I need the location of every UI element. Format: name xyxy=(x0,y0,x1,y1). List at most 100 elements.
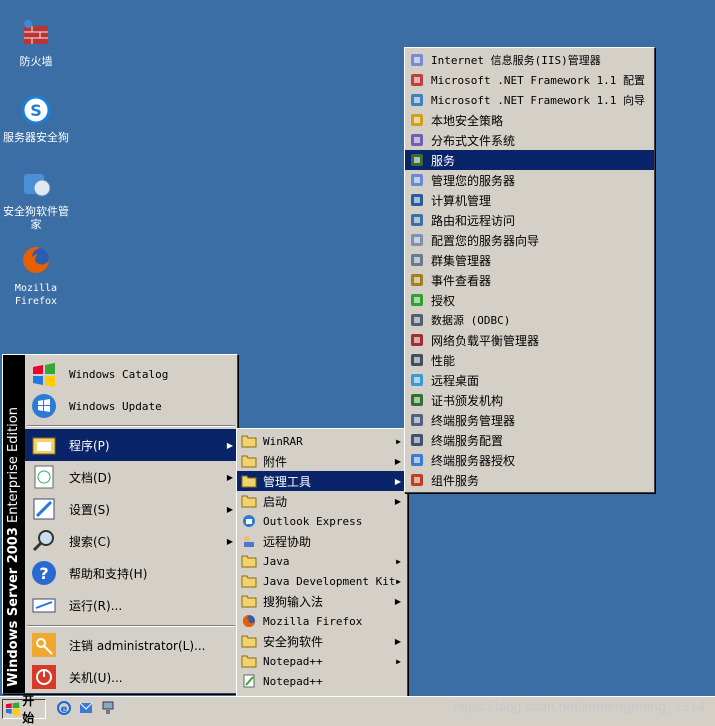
menu-item-programs[interactable]: 程序(P) ▶ xyxy=(25,429,237,461)
folder-icon xyxy=(241,635,257,648)
manage-server-icon xyxy=(411,174,423,186)
desktop-icon-label: Mozilla Firefox xyxy=(14,283,58,307)
programs-item-outlook-express[interactable]: Outlook Express xyxy=(237,511,407,531)
programs-item-java[interactable]: Java ▶ xyxy=(237,551,407,571)
ts-config-icon xyxy=(411,434,423,446)
computer-management-icon xyxy=(411,194,423,206)
desktop-icon-firefox[interactable]: Mozilla Firefox xyxy=(0,244,74,308)
menu-item-label: 网络负载平衡管理器 xyxy=(431,333,540,348)
admin-tools-item-odbc[interactable]: 数据源 (ODBC) xyxy=(405,310,654,330)
ie-icon[interactable]: e xyxy=(56,700,72,716)
menu-item-label: 证书颁发机构 xyxy=(431,393,504,408)
admin-tools-item-event-viewer[interactable]: 事件查看器 xyxy=(405,270,654,290)
programs-item-notepadpp[interactable]: Notepad++ xyxy=(237,671,407,691)
admin-tools-item-certificate[interactable]: 证书颁发机构 xyxy=(405,390,654,410)
desktop-icon-label: 服务器安全狗 xyxy=(3,131,69,144)
dotnet-config-icon xyxy=(411,74,423,86)
menu-item-logoff[interactable]: 注销 administrator(L)... xyxy=(25,629,237,661)
desktop-icon-safedog-software[interactable]: 安全狗软件管家 xyxy=(0,168,74,231)
submenu-arrow-icon: ▶ xyxy=(394,596,401,606)
admin-tools-item-dfs[interactable]: 分布式文件系统 xyxy=(405,130,654,150)
programs-item-safedog[interactable]: 安全狗软件 ▶ xyxy=(237,631,407,651)
configure-server-icon xyxy=(411,234,423,246)
admin-tools-item-configure-server[interactable]: 配置您的服务器向导 xyxy=(405,230,654,250)
menu-item-windows-update[interactable]: Windows Update xyxy=(25,391,237,421)
menu-item-label: Mozilla Firefox xyxy=(263,614,363,628)
desktop-icon-safedog-server[interactable]: S 服务器安全狗 xyxy=(0,94,74,144)
menu-item-label: 搜索(C) xyxy=(69,534,111,549)
menu-item-label: 本地安全策略 xyxy=(431,113,504,128)
admin-tools-item-iis[interactable]: Internet 信息服务(IIS)管理器 xyxy=(405,50,654,70)
programs-item-startup[interactable]: 启动 ▶ xyxy=(237,491,407,511)
menu-item-settings[interactable]: 设置(S) ▶ xyxy=(25,493,237,525)
component-services-icon xyxy=(411,474,423,486)
menu-item-run[interactable]: 运行(R)... xyxy=(25,589,237,621)
admin-tools-item-routing[interactable]: 路由和远程访问 xyxy=(405,210,654,230)
admin-tools-item-computer-management[interactable]: 计算机管理 xyxy=(405,190,654,210)
network-icon[interactable] xyxy=(100,700,116,716)
admin-tools-item-ts-licensing[interactable]: 终端服务器授权 xyxy=(405,450,654,470)
event-viewer-icon xyxy=(411,274,423,286)
shutdown-icon xyxy=(32,665,56,689)
admin-tools-item-nlb[interactable]: 网络负载平衡管理器 xyxy=(405,330,654,350)
programs-item-admin-tools[interactable]: 管理工具 ▶ xyxy=(237,471,407,491)
menu-item-label: 路由和远程访问 xyxy=(431,213,516,228)
start-menu: Windows Server 2003 Enterprise Edition W… xyxy=(2,354,238,694)
menu-item-label: Notepad++ xyxy=(263,654,323,668)
menu-item-label: 附件 xyxy=(263,454,288,469)
menu-item-help[interactable]: ? 帮助和支持(H) xyxy=(25,557,237,589)
firefox-icon xyxy=(243,615,255,627)
submenu-arrow-icon: ▶ xyxy=(226,504,233,514)
programs-item-winrar[interactable]: WinRAR ▶ xyxy=(237,431,407,451)
folder-icon xyxy=(241,495,257,508)
programs-item-remote-assistance[interactable]: 远程协助 xyxy=(237,531,407,551)
start-menu-brand-band: Windows Server 2003 Enterprise Edition xyxy=(3,355,25,693)
menu-item-shutdown[interactable]: 关机(U)... xyxy=(25,661,237,693)
admin-tools-item-dotnet-config[interactable]: Microsoft .NET Framework 1.1 配置 xyxy=(405,70,654,90)
start-button-label: 开始 xyxy=(22,694,35,725)
services-icon xyxy=(411,154,423,166)
programs-item-accessories[interactable]: 附件 ▶ xyxy=(237,451,407,471)
watermark: https://blog.csdn.net/linmengmeng_1314 xyxy=(452,698,705,714)
menu-item-documents[interactable]: 文档(D) ▶ xyxy=(25,461,237,493)
menu-item-label: 数据源 (ODBC) xyxy=(431,314,511,327)
desktop-icon-firewall[interactable]: 防火墙 xyxy=(0,18,74,68)
ts-manager-icon xyxy=(411,414,423,426)
admin-tools-item-ts-config[interactable]: 终端服务配置 xyxy=(405,430,654,450)
admin-tools-item-licensing[interactable]: 授权 xyxy=(405,290,654,310)
menu-item-label: 组件服务 xyxy=(431,473,480,488)
admin-tools-item-performance[interactable]: 性能 xyxy=(405,350,654,370)
start-button[interactable]: 开始 xyxy=(2,694,46,725)
menu-item-search[interactable]: 搜索(C) ▶ xyxy=(25,525,237,557)
programs-item-jdk[interactable]: Java Development Kit ▶ xyxy=(237,571,407,591)
submenu-arrow-icon: ▶ xyxy=(396,656,401,666)
admin-tools-item-ts-manager[interactable]: 终端服务管理器 xyxy=(405,410,654,430)
menu-item-label: 安全狗软件 xyxy=(263,634,324,649)
admin-tools-item-component-services[interactable]: 组件服务 xyxy=(405,470,654,490)
outlook-express-icon xyxy=(243,515,255,527)
menu-item-label: 程序(P) xyxy=(69,438,110,453)
ts-licensing-icon xyxy=(411,454,423,466)
outlook-express-icon[interactable] xyxy=(78,700,94,716)
nlb-icon xyxy=(411,334,423,346)
menu-item-windows-catalog[interactable]: Windows Catalog xyxy=(25,359,237,389)
admin-tools-item-cluster[interactable]: 群集管理器 xyxy=(405,250,654,270)
folder-icon xyxy=(241,475,257,488)
folder-icon xyxy=(241,555,257,568)
admin-tools-item-services[interactable]: 服务 xyxy=(405,150,654,170)
menu-item-label: 管理您的服务器 xyxy=(431,173,516,188)
admin-tools-item-security-policy[interactable]: 本地安全策略 xyxy=(405,110,654,130)
menu-item-label: Java xyxy=(263,554,290,568)
programs-item-sogou[interactable]: 搜狗输入法 ▶ xyxy=(237,591,407,611)
certificate-icon xyxy=(411,394,423,406)
admin-tools-item-dotnet-wizard[interactable]: Microsoft .NET Framework 1.1 向导 xyxy=(405,90,654,110)
menu-item-label: 性能 xyxy=(431,353,456,368)
admin-tools-item-manage-server[interactable]: 管理您的服务器 xyxy=(405,170,654,190)
admin-tools-item-remote-desktop[interactable]: 远程桌面 xyxy=(405,370,654,390)
dotnet-wizard-icon xyxy=(411,94,423,106)
menu-item-label: Microsoft .NET Framework 1.1 向导 xyxy=(431,94,646,107)
submenu-arrow-icon: ▶ xyxy=(394,456,401,466)
programs-item-notepadpp-folder[interactable]: Notepad++ ▶ xyxy=(237,651,407,671)
notepadpp-icon xyxy=(243,674,255,688)
programs-item-firefox[interactable]: Mozilla Firefox xyxy=(237,611,407,631)
